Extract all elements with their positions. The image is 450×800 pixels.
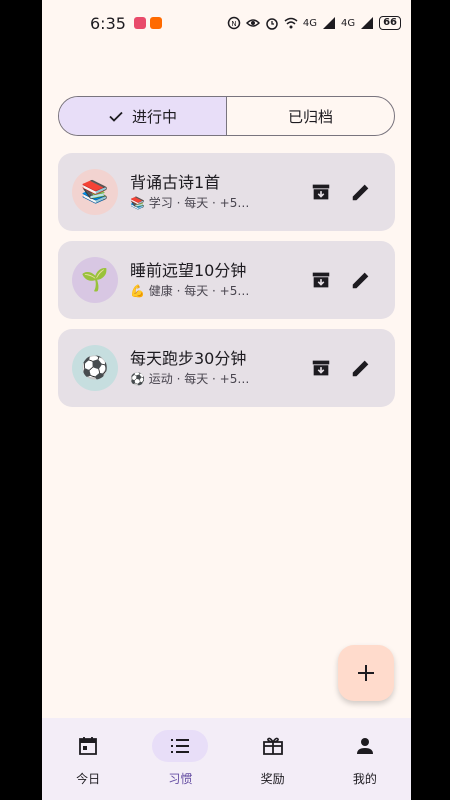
signal-icon <box>322 17 335 29</box>
nav-mine-indicator <box>337 730 393 762</box>
tab-in-progress-label: 进行中 <box>131 107 177 126</box>
archive-icon <box>312 272 330 288</box>
habit-card[interactable]: ⚽ 每天跑步30分钟 ⚽ 运动 · 每天 · +5… <box>58 329 395 407</box>
habit-meta: 💪 健康 · 每天 · +5… <box>130 284 250 298</box>
gift-icon <box>262 737 283 755</box>
habit-text: 背诵古诗1首 📚 学习 · 每天 · +5… <box>130 172 301 212</box>
status-bar: 6:35 N 4G 4G 66 <box>42 0 411 46</box>
soccer-ball-icon: ⚽ <box>81 355 109 381</box>
seedling-icon: 🌱 <box>81 267 109 293</box>
nav-mine-label: 我的 <box>352 772 377 786</box>
wifi-icon <box>284 17 298 29</box>
edit-button[interactable] <box>341 172 381 212</box>
person-icon <box>356 738 373 754</box>
nav-today[interactable]: 今日 <box>42 718 134 800</box>
habit-meta: 📚 学习 · 每天 · +5… <box>130 196 250 210</box>
archive-button[interactable] <box>301 260 341 300</box>
archive-button[interactable] <box>301 348 341 388</box>
edit-button[interactable] <box>341 260 381 300</box>
nav-habits[interactable]: 习惯 <box>134 718 226 800</box>
tab-archived[interactable]: 已归档 <box>227 97 394 135</box>
archive-icon <box>312 184 330 200</box>
alarm-icon <box>266 18 278 30</box>
habit-list: 📚 背诵古诗1首 📚 学习 · 每天 · +5… 🌱 睡前远望10分钟 💪 健康… <box>58 153 395 417</box>
habit-title: 睡前远望10分钟 <box>130 261 247 280</box>
taobao-icon <box>149 17 162 29</box>
habit-avatar: ⚽ <box>72 345 118 391</box>
nfc-icon: N <box>227 16 241 30</box>
habit-meta: ⚽ 运动 · 每天 · +5… <box>130 372 250 386</box>
signal-icon-2 <box>361 17 374 29</box>
pencil-icon <box>352 184 369 201</box>
signal-label-1: 4G <box>302 17 317 29</box>
nav-today-indicator <box>60 730 116 762</box>
calendar-icon <box>79 737 98 755</box>
habit-title: 每天跑步30分钟 <box>130 349 247 368</box>
habit-status-tabs: 进行中 已归档 <box>58 96 395 136</box>
habit-title: 背诵古诗1首 <box>130 173 221 192</box>
battery-level: 66 <box>379 16 401 30</box>
nav-rewards-label: 奖励 <box>260 772 285 786</box>
nav-rewards[interactable]: 奖励 <box>227 718 319 800</box>
edit-button[interactable] <box>341 348 381 388</box>
pencil-icon <box>352 360 369 377</box>
habit-text: 每天跑步30分钟 ⚽ 运动 · 每天 · +5… <box>130 348 301 388</box>
app-screen: 6:35 N 4G 4G 66 进行中 已归档 📚 背诵古诗1首 📚 学习 · … <box>42 0 411 800</box>
habit-text: 睡前远望10分钟 💪 健康 · 每天 · +5… <box>130 260 301 300</box>
nav-rewards-indicator <box>245 730 301 762</box>
habit-avatar: 🌱 <box>72 257 118 303</box>
status-time: 6:35 <box>90 13 126 33</box>
tab-archived-label: 已归档 <box>287 107 333 126</box>
nav-habits-indicator <box>152 730 209 762</box>
svg-text:N: N <box>231 20 236 28</box>
nav-mine[interactable]: 我的 <box>319 718 411 800</box>
pencil-icon <box>352 272 369 289</box>
nav-today-label: 今日 <box>76 772 101 786</box>
nav-habits-label: 习惯 <box>168 772 193 786</box>
add-habit-button[interactable] <box>338 645 394 701</box>
eye-icon <box>245 19 260 27</box>
habit-card[interactable]: 🌱 睡前远望10分钟 💪 健康 · 每天 · +5… <box>58 241 395 319</box>
check-icon <box>109 111 123 122</box>
status-icons: N 4G 4G 66 <box>227 16 401 30</box>
archive-button[interactable] <box>301 172 341 212</box>
bottom-navigation: 今日 习惯 奖励 我的 <box>42 718 411 800</box>
tab-in-progress[interactable]: 进行中 <box>59 97 227 135</box>
list-icon <box>171 739 190 753</box>
habit-card[interactable]: 📚 背诵古诗1首 📚 学习 · 每天 · +5… <box>58 153 395 231</box>
archive-icon <box>312 360 330 376</box>
notification-app-icon <box>133 17 146 29</box>
habit-avatar: 📚 <box>72 169 118 215</box>
books-icon: 📚 <box>81 179 109 205</box>
signal-label-2: 4G <box>340 17 356 29</box>
plus-icon <box>358 665 374 681</box>
